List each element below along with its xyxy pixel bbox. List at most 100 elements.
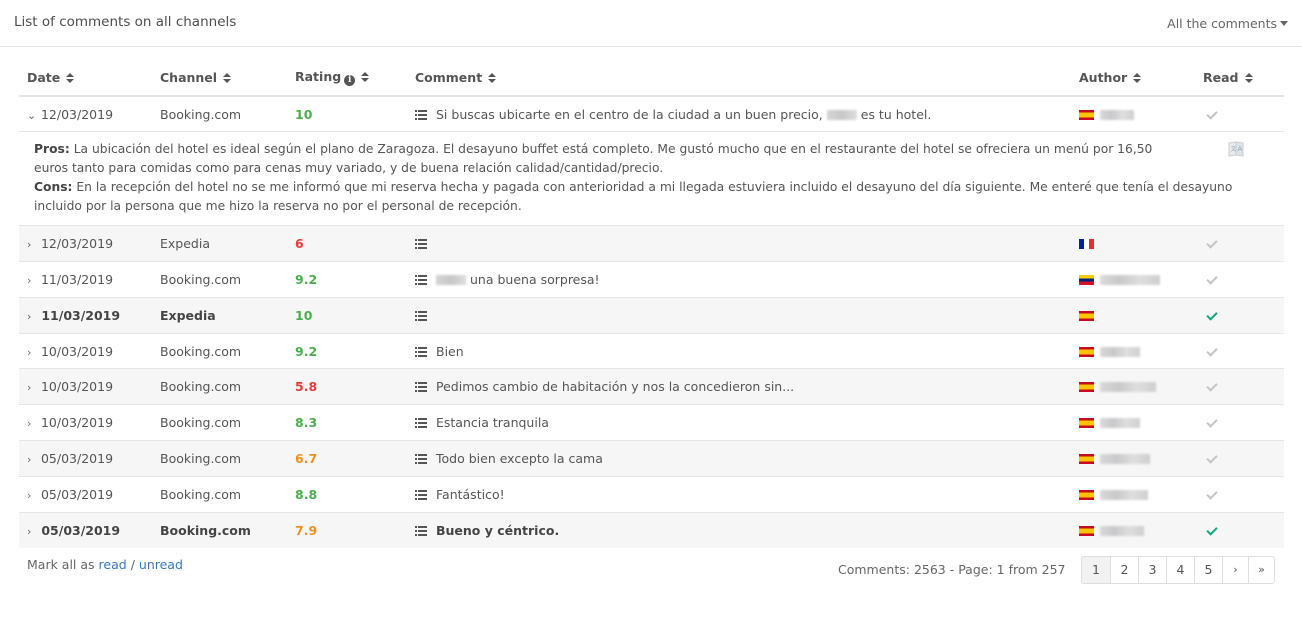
table-row[interactable]: › 05/03/2019 Booking.com 7.9 Bueno y céntri…	[19, 511, 1284, 548]
pagination: 1 2 3 4 5 › »	[1081, 556, 1275, 584]
table-row[interactable]: › 11/03/2019 Expedia 10	[19, 296, 1284, 334]
comment-text-after: una buena sorpresa!	[470, 271, 600, 287]
author-cell	[1071, 475, 1195, 513]
read-cell[interactable]	[1195, 368, 1284, 405]
flag-es-icon	[1079, 489, 1094, 500]
column-header-channel[interactable]: Channel	[152, 60, 287, 97]
table-row[interactable]: › 05/03/2019 Booking.com 6.7 Todo bien exce…	[19, 440, 1284, 477]
read-cell[interactable]	[1195, 404, 1284, 441]
comment-cell[interactable]: Estancia tranquila	[407, 404, 1071, 441]
author-name-redacted	[1100, 346, 1140, 357]
author-name-redacted	[1100, 382, 1156, 393]
page-button-4[interactable]: 4	[1166, 557, 1194, 583]
table-row[interactable]: › 11/03/2019 Booking.com 9.2 una buena sorp…	[19, 261, 1284, 298]
list-icon[interactable]	[415, 418, 427, 429]
read-cell[interactable]	[1195, 225, 1284, 262]
comment-cell[interactable]	[407, 225, 1071, 262]
list-icon[interactable]	[415, 489, 427, 500]
read-cell[interactable]	[1195, 95, 1284, 132]
translate-icon[interactable]: 文 A	[1227, 140, 1245, 158]
mark-all-separator: /	[130, 557, 135, 572]
table-row[interactable]: › 10/03/2019 Booking.com 5.8 Pedimos cambio…	[19, 368, 1284, 405]
chevron-right-icon[interactable]: ›	[27, 417, 37, 430]
check-icon[interactable]	[1206, 309, 1218, 321]
column-header-date[interactable]: Date	[19, 60, 152, 97]
comment-cell[interactable]: Todo bien excepto la cama	[407, 440, 1071, 477]
read-cell[interactable]	[1195, 332, 1284, 369]
check-icon[interactable]	[1206, 524, 1218, 536]
comments-filter-dropdown[interactable]: All the comments	[1167, 16, 1288, 31]
mark-all-read-link[interactable]: read	[99, 557, 127, 572]
page-button-2[interactable]: 2	[1110, 557, 1138, 583]
comment-cell[interactable]: Pedimos cambio de habitación y nos la co…	[407, 368, 1071, 405]
chevron-down-icon[interactable]: ⌄	[27, 109, 37, 122]
column-header-author[interactable]: Author	[1071, 60, 1195, 97]
sort-icon[interactable]	[361, 72, 370, 83]
check-icon[interactable]	[1206, 273, 1218, 285]
table-row[interactable]: › 10/03/2019 Booking.com 9.2 Bien	[19, 332, 1284, 369]
channel-value: Booking.com	[160, 343, 242, 359]
channel-cell: Booking.com	[152, 332, 287, 369]
date-value: 10/03/2019	[40, 379, 114, 395]
sort-icon[interactable]	[488, 73, 497, 84]
read-cell[interactable]	[1195, 475, 1284, 513]
list-icon[interactable]	[415, 239, 427, 250]
read-cell[interactable]	[1195, 511, 1284, 548]
read-cell[interactable]	[1195, 261, 1284, 298]
chevron-right-icon[interactable]: ›	[27, 525, 37, 538]
author-cell	[1071, 261, 1195, 298]
rating-cell: 10	[287, 296, 407, 334]
read-cell[interactable]	[1195, 296, 1284, 334]
sort-icon[interactable]	[1133, 73, 1142, 84]
list-icon[interactable]	[415, 525, 427, 536]
check-icon[interactable]	[1206, 237, 1218, 249]
read-cell[interactable]	[1195, 440, 1284, 477]
column-header-comment[interactable]: Comment	[407, 60, 1071, 97]
table-row[interactable]: ⌄ 12/03/2019 Booking.com 10 Si buscas ubica…	[19, 95, 1284, 132]
list-icon[interactable]	[415, 274, 427, 285]
comment-cell[interactable]	[407, 296, 1071, 334]
list-icon[interactable]	[415, 346, 427, 357]
rating-cell: 9.2	[287, 332, 407, 369]
check-icon[interactable]	[1206, 380, 1218, 393]
page-button-5[interactable]: 5	[1194, 557, 1222, 583]
table-row[interactable]: › 10/03/2019 Booking.com 8.3 Estancia tranq…	[19, 404, 1284, 441]
list-icon[interactable]	[415, 382, 427, 393]
comment-cell[interactable]: una buena sorpresa!	[407, 261, 1071, 298]
chevron-right-icon[interactable]: ›	[27, 238, 37, 251]
chevron-right-icon[interactable]: ›	[27, 381, 37, 394]
check-icon[interactable]	[1206, 344, 1218, 357]
sort-icon[interactable]	[1244, 73, 1253, 84]
chevron-right-icon[interactable]: ›	[27, 489, 37, 502]
page-button-1[interactable]: 1	[1082, 557, 1110, 583]
rating-value: 8.3	[295, 415, 318, 431]
table-row[interactable]: › 12/03/2019 Expedia 6	[19, 225, 1284, 262]
comment-cell[interactable]: Bueno y céntrico.	[407, 511, 1071, 548]
list-icon[interactable]	[415, 109, 427, 120]
table-row[interactable]: › 05/03/2019 Booking.com 8.8 Fantástico!	[19, 475, 1284, 513]
column-header-read[interactable]: Read	[1195, 60, 1284, 97]
page-button-3[interactable]: 3	[1138, 557, 1166, 583]
chevron-right-icon[interactable]: ›	[27, 310, 37, 323]
chevron-right-icon[interactable]: ›	[27, 346, 37, 359]
check-icon[interactable]	[1206, 488, 1218, 500]
chevron-right-icon[interactable]: ›	[27, 274, 37, 287]
mark-all-unread-link[interactable]: unread	[139, 557, 183, 572]
info-icon[interactable]: i	[344, 75, 356, 86]
sort-icon[interactable]	[223, 73, 232, 84]
rating-cell: 7.9	[287, 511, 407, 548]
chevron-right-icon[interactable]: ›	[27, 453, 37, 466]
sort-icon[interactable]	[66, 73, 75, 84]
comment-cell[interactable]: Si buscas ubicarte en el centro de la ci…	[407, 95, 1071, 132]
comment-cell[interactable]: Bien	[407, 332, 1071, 369]
check-icon[interactable]	[1206, 107, 1218, 120]
last-page-button[interactable]: »	[1248, 557, 1274, 583]
comment-cell[interactable]: Fantástico!	[407, 475, 1071, 513]
next-page-button[interactable]: ›	[1222, 557, 1248, 583]
list-icon[interactable]	[415, 310, 427, 321]
flag-ve-icon	[1079, 274, 1094, 285]
list-icon[interactable]	[415, 453, 427, 464]
check-icon[interactable]	[1206, 416, 1218, 428]
check-icon[interactable]	[1206, 452, 1218, 464]
column-header-rating[interactable]: Rating i	[287, 60, 407, 97]
